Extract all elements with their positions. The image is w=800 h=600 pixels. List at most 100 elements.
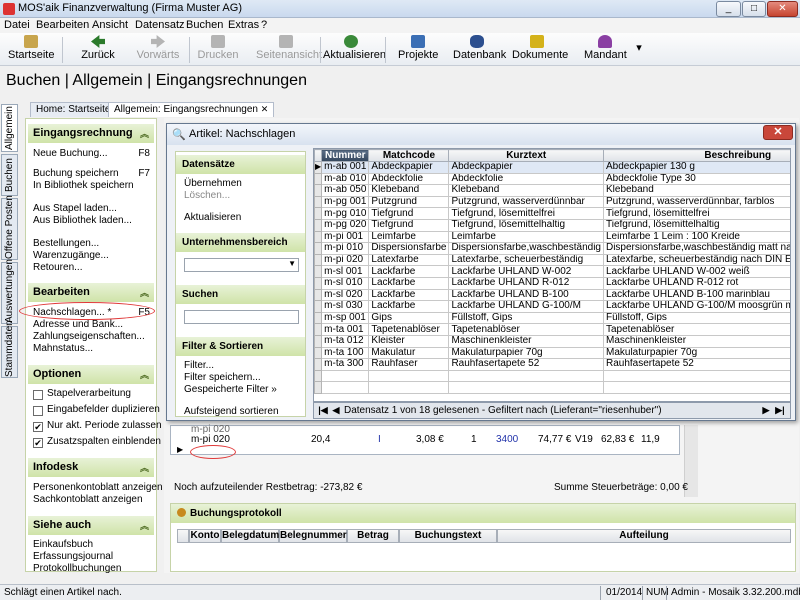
column-header-matchcode[interactable]: Matchcode	[368, 149, 450, 162]
section-datensaetze-header[interactable]: Datensätze	[176, 155, 305, 174]
grid-cell[interactable]: Dispersionsfarbe	[368, 242, 450, 255]
collapse-chevron-icon[interactable]: ︽	[140, 519, 149, 532]
row-header[interactable]	[314, 218, 323, 232]
checkbox-nur-akt-periode[interactable]: ✔	[33, 422, 43, 432]
row-header[interactable]	[314, 323, 323, 336]
grid-cell[interactable]: m-sp 001	[321, 311, 370, 325]
vtab-allgemein[interactable]: Allgemein	[1, 104, 18, 152]
grid-cell[interactable]: Dispersionsfarbe,waschbeständig matt nac…	[602, 242, 790, 255]
row-header[interactable]	[314, 288, 323, 302]
grid-cell[interactable]: Kleister	[368, 334, 450, 348]
menu-extras[interactable]: Extras	[228, 19, 259, 31]
grid-cell[interactable]: Leimfarbe	[368, 230, 450, 244]
section-filter-header[interactable]: Filter & Sortieren	[176, 337, 305, 356]
grid-cell[interactable]: m-sl 030	[321, 300, 370, 313]
row-header[interactable]	[314, 195, 323, 209]
table-row[interactable]: m-ta 100 Makulatur Makulaturpapier 70g Maku…	[314, 346, 790, 360]
table-row[interactable]: m-pi 020 Latexfarbe Latexfarbe, scheuerbes…	[314, 253, 790, 267]
vtab-offene-posten[interactable]: Offene Posten	[1, 195, 18, 260]
grid-cell[interactable]: Füllstoff, Gips	[448, 311, 604, 325]
dialog-item-filter-speichern[interactable]: Filter speichern...	[184, 372, 261, 383]
tab-close-icon[interactable]: ✕	[261, 104, 269, 114]
grid-cell[interactable]: 20,4	[311, 434, 330, 445]
protocol-header[interactable]: Buchungsprotokoll	[171, 504, 795, 523]
table-row[interactable]: m-sp 001 Gips Füllstoff, Gips Füllstoff, Gi…	[314, 311, 790, 325]
grid-cell[interactable]: m-ab 050	[321, 184, 370, 197]
grid-cell[interactable]: Abdeckfolie	[448, 172, 604, 186]
grid-cell[interactable]: Lackfarbe UHLAND R-012 rot	[602, 276, 790, 290]
grid-cell[interactable]: 3,08 €	[416, 434, 444, 445]
grid-cell[interactable]: m-ta 012	[321, 334, 370, 348]
sidebar-item-protokollbuchungen[interactable]: Protokollbuchungen	[33, 563, 121, 574]
grid-cell[interactable]: Makulaturpapier 70g	[602, 346, 790, 360]
section-eingangsrechnung-header[interactable]: Eingangsrechnung ︽	[28, 124, 154, 143]
grid-cell[interactable]: Lackfarbe	[368, 300, 450, 313]
grid-cell[interactable]: V19	[575, 434, 593, 445]
table-row[interactable]: m-sl 020 Lackfarbe Lackfarbe UHLAND B-100 L…	[314, 288, 790, 302]
grid-cell[interactable]: m-ta 001	[321, 323, 370, 336]
section-siehe-auch-header[interactable]: Siehe auch ︽	[28, 516, 154, 535]
grid-cell[interactable]: Klebeband	[368, 184, 450, 197]
sidebar-item-neue-buchung[interactable]: Neue Buchung...	[33, 148, 108, 159]
grid-cell[interactable]: m-pg 020	[321, 218, 370, 232]
column-header-nummer[interactable]: Nummer	[321, 149, 370, 162]
grid-cell[interactable]: Makulaturpapier 70g	[448, 346, 604, 360]
table-row[interactable]: m-pg 001 Putzgrund Putzgrund, wasserverdün…	[314, 195, 790, 209]
grid-cell[interactable]: Latexfarbe, scheuerbeständig nach DIN EN…	[602, 253, 790, 267]
grid-cell[interactable]: Abdeckpapier	[448, 161, 604, 174]
grid-cell[interactable]: Füllstoff, Gips	[602, 311, 790, 325]
row-header[interactable]	[314, 242, 323, 255]
grid-cell[interactable]: Rauhfaser	[368, 358, 450, 371]
table-row[interactable]: m-ab 050 Klebeband Klebeband Klebeband	[314, 184, 790, 197]
grid-cell[interactable]: Tiefgrund, lösemittelhaltig	[448, 218, 604, 232]
menu-help[interactable]: ?	[261, 19, 267, 31]
sidebar-item-personenkontoblatt[interactable]: Personenkontoblatt anzeigen	[33, 482, 163, 493]
grid-cell[interactable]: m-sl 010	[321, 276, 370, 290]
grid-cell[interactable]: 1	[471, 434, 477, 445]
unternehmensbereich-select[interactable]: ▼	[184, 258, 299, 272]
nav-first-button[interactable]: |◀	[317, 404, 329, 417]
dialog-item-filter[interactable]: Filter...	[184, 360, 214, 371]
dialog-item-loeschen[interactable]: Löschen...	[184, 190, 230, 201]
table-row[interactable]: m-pi 001 Leimfarbe Leimfarbe Leimfarbe 1 Le…	[314, 230, 790, 244]
row-header[interactable]	[314, 184, 323, 197]
current-row-indicator-icon[interactable]: ▶	[314, 161, 323, 174]
sidebar-item-zahlungseigenschaften[interactable]: Zahlungseigenschaften...	[33, 331, 145, 342]
tab-home[interactable]: Home: Startseite	[30, 102, 117, 117]
grid-cell[interactable]: I	[378, 434, 381, 445]
grid-cell[interactable]: Leimfarbe	[448, 230, 604, 244]
grid-cell[interactable]: 3400	[496, 434, 518, 445]
protocol-column-header[interactable]: Konto	[189, 529, 221, 543]
grid-cell[interactable]: Tiefgrund	[368, 207, 450, 220]
table-row[interactable]: m-pg 020 Tiefgrund Tiefgrund, lösemittelha…	[314, 218, 790, 232]
table-row[interactable]: m-ta 001 Tapetenablöser Tapetenablöser Tape…	[314, 323, 790, 336]
grid-cell[interactable]: Tapetenablöser	[602, 323, 790, 336]
grid-cell[interactable]: m-pi 020	[321, 253, 370, 267]
minimize-button[interactable]: _	[716, 1, 741, 17]
sidebar-item-warenzugaenge[interactable]: Warenzugänge...	[33, 250, 109, 261]
grid-cell[interactable]: Leimfarbe 1 Leim : 100 Kreide	[602, 230, 790, 244]
checkbox-stapelverarbeitung[interactable]	[33, 390, 43, 400]
grid-cell[interactable]: Rauhfasertapete 52	[448, 358, 604, 371]
section-bearbeiten-header[interactable]: Bearbeiten ︽	[28, 283, 154, 302]
sidebar-item-erfassungsjournal[interactable]: Erfassungsjournal	[33, 551, 113, 562]
grid-cell[interactable]: Maschinenkleister	[602, 334, 790, 348]
grid-cell[interactable]: m-ab 001	[321, 161, 370, 174]
grid-cell[interactable]: Gips	[368, 311, 450, 325]
row-header[interactable]	[314, 230, 323, 244]
grid-cell[interactable]: m-sl 020	[321, 288, 370, 302]
grid-cell[interactable]: Lackfarbe	[368, 288, 450, 302]
row-header[interactable]	[314, 276, 323, 290]
menu-buchen[interactable]: Buchen	[186, 19, 223, 31]
toolbar-documents-button[interactable]: Dokumente	[512, 35, 568, 65]
vtab-auswertungen[interactable]: Auswertungen	[1, 259, 18, 324]
menu-bearbeiten[interactable]: Bearbeiten	[36, 19, 89, 31]
sidebar-item-sachkontoblatt[interactable]: Sachkontoblatt anzeigen	[33, 494, 143, 505]
table-row[interactable]: m-ta 300 Rauhfaser Rauhfasertapete 52 Rauhf…	[314, 358, 790, 371]
grid-cell[interactable]: Tiefgrund, lösemittelfrei	[448, 207, 604, 220]
grid-cell[interactable]: Lackfarbe	[368, 265, 450, 278]
search-input[interactable]	[184, 310, 299, 324]
sidebar-item-bibliothek-speichern[interactable]: In Bibliothek speichern	[33, 180, 134, 191]
grid-cell[interactable]: 11,9	[641, 434, 660, 445]
grid-cell[interactable]: Tiefgrund, lösemittelfrei	[602, 207, 790, 220]
